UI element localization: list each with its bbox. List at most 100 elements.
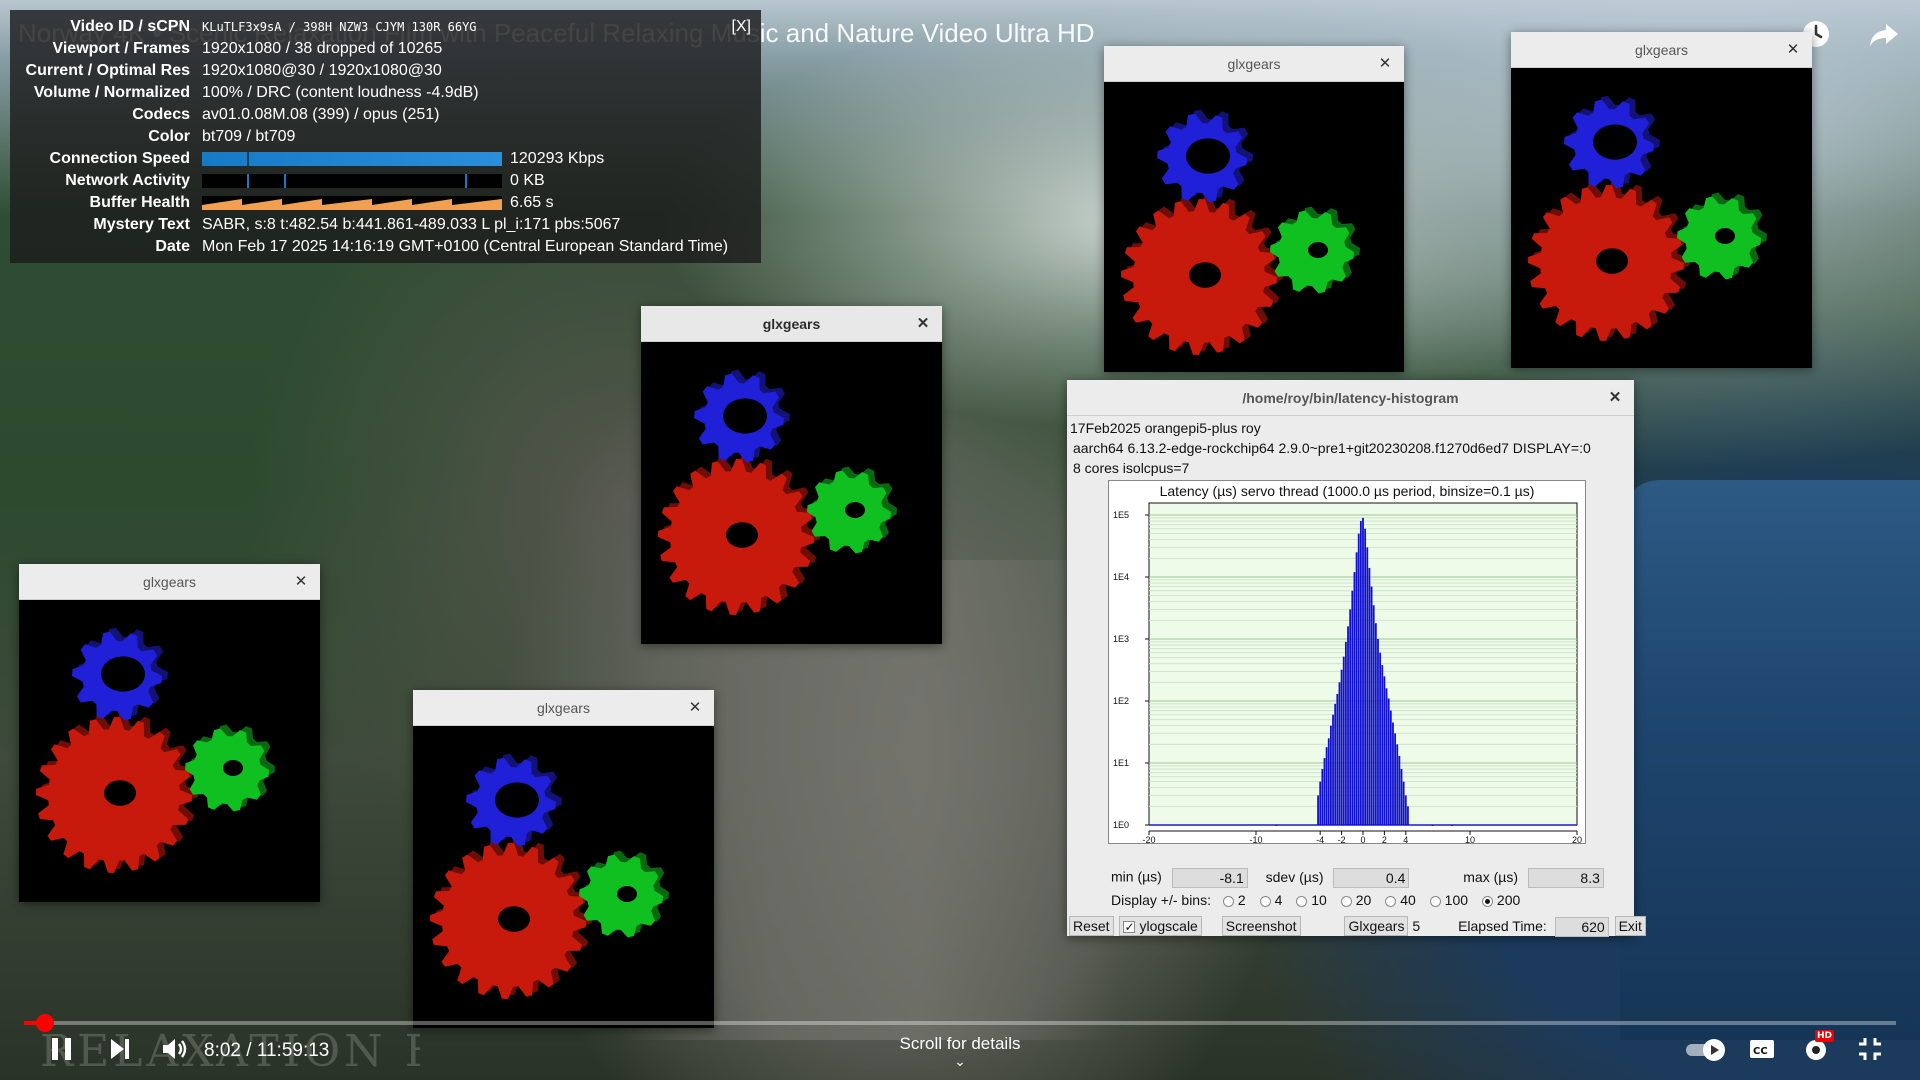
min-label: min (µs): [1111, 868, 1162, 885]
window-titlebar[interactable]: /home/roy/bin/latency-histogram ✕: [1067, 380, 1634, 416]
latency-histogram-window[interactable]: /home/roy/bin/latency-histogram ✕ 17Feb2…: [1067, 380, 1646, 938]
bins-radio-2[interactable]: 2: [1222, 892, 1246, 908]
radio-icon[interactable]: [1259, 895, 1271, 907]
histogram-bar: [1366, 547, 1369, 825]
bins-radio-100[interactable]: 100: [1429, 892, 1468, 908]
pause-icon[interactable]: [44, 1034, 80, 1070]
glxgears-window[interactable]: glxgears ✕: [641, 306, 942, 644]
exit-button[interactable]: Exit: [1614, 916, 1646, 936]
close-icon[interactable]: ✕: [1606, 389, 1624, 407]
window-titlebar[interactable]: glxgears ✕: [413, 690, 714, 726]
close-icon[interactable]: ✕: [292, 573, 310, 591]
histogram-bar: [1407, 806, 1409, 825]
blue-gear-hole: [1186, 138, 1230, 174]
histogram-bar: [1374, 623, 1377, 825]
gears-canvas: [1104, 82, 1404, 372]
screenshot-button[interactable]: Screenshot: [1221, 916, 1301, 936]
histogram-bar: [1385, 688, 1388, 825]
close-icon[interactable]: ✕: [1376, 55, 1394, 73]
histogram-bar: [1334, 703, 1337, 825]
close-icon[interactable]: ✕: [686, 699, 704, 717]
stats-label: Color: [148, 128, 190, 145]
histogram-bar: [1359, 521, 1362, 825]
progress-bar[interactable]: [24, 1014, 1896, 1032]
histogram-bar: [1383, 676, 1386, 825]
bins-radio-10[interactable]: 10: [1296, 892, 1327, 908]
glxgears-window[interactable]: glxgears ✕: [1104, 46, 1404, 372]
bins-radio-4[interactable]: 4: [1259, 892, 1282, 908]
bottom-toolbar: Reset ylogscale Screenshot Glxgears 5 El…: [1069, 916, 1646, 938]
stats-row-date: Date Mon Feb 17 2025 14:16:19 GMT+0100 (…: [18, 236, 753, 258]
y-tick-label: 1E0: [1113, 820, 1129, 830]
radio-icon[interactable]: [1340, 895, 1352, 907]
glxgears-button[interactable]: Glxgears: [1344, 916, 1409, 936]
radio-icon[interactable]: [1222, 895, 1234, 907]
close-icon[interactable]: ✕: [914, 315, 932, 333]
window-titlebar[interactable]: glxgears ✕: [641, 306, 942, 342]
bins-radio-200[interactable]: 200: [1481, 892, 1520, 908]
stats-row-connection-speed: Connection Speed 120293 Kbps: [18, 148, 753, 170]
close-icon[interactable]: ✕: [1784, 41, 1802, 59]
radio-icon[interactable]: [1429, 895, 1441, 907]
bins-option-label: 20: [1355, 892, 1372, 908]
chevron-down-icon[interactable]: ⌄: [950, 1054, 970, 1070]
histogram-bar: [1327, 738, 1330, 825]
stats-row-resolution: Current / Optimal Res 1920x1080@30 / 192…: [18, 60, 753, 82]
histogram-bar: [1372, 605, 1375, 825]
histogram-bar: [1330, 725, 1332, 825]
max-value: 8.3: [1527, 868, 1604, 888]
reset-button[interactable]: Reset: [1069, 916, 1114, 936]
radio-icon[interactable]: [1385, 895, 1397, 907]
hd-badge: HD: [1814, 1030, 1834, 1042]
captions-icon[interactable]: CC: [1744, 1034, 1780, 1070]
share-icon[interactable]: [1866, 18, 1902, 54]
y-tick-label: 1E3: [1113, 634, 1129, 644]
next-icon[interactable]: [102, 1034, 138, 1070]
radio-icon[interactable]: [1296, 895, 1308, 907]
stats-value: 1920x1080@30 / 1920x1080@30: [202, 62, 442, 79]
glxgears-window[interactable]: glxgears ✕: [1511, 32, 1812, 368]
settings-gear-icon[interactable]: HD: [1798, 1030, 1834, 1070]
histogram-bar: [1357, 533, 1360, 825]
x-tick-label: -10: [1249, 835, 1262, 845]
ylogscale-toggle[interactable]: ylogscale: [1119, 916, 1202, 936]
glxgears-window[interactable]: glxgears ✕: [413, 690, 714, 1028]
glxgears-count: 5: [1412, 918, 1421, 934]
info-line: 8 cores isolcpus=7: [1073, 460, 1190, 476]
bins-radio-40[interactable]: 40: [1385, 892, 1416, 908]
bins-radio-20[interactable]: 20: [1340, 892, 1372, 908]
stats-row-mystery-text: Mystery Text SABR, s:8 t:482.54 b:441.86…: [18, 214, 753, 236]
window-titlebar[interactable]: glxgears ✕: [19, 564, 320, 600]
window-title: /home/roy/bin/latency-histogram: [1242, 389, 1459, 406]
histogram-bar: [1340, 669, 1343, 825]
window-titlebar[interactable]: glxgears ✕: [1104, 46, 1404, 82]
volume-icon[interactable]: [156, 1034, 192, 1070]
checkbox-icon[interactable]: [1123, 918, 1136, 936]
histogram-bar: [1377, 639, 1379, 825]
gears-graphic: [36, 627, 275, 873]
bins-option-label: 2: [1237, 892, 1246, 908]
stats-value: KLuTLF3x9sA / 398H NZW3 CJYM 130R 66YG: [202, 20, 477, 34]
network-spike: [465, 174, 467, 188]
stats-value: bt709 / bt709: [202, 128, 296, 145]
scroll-hint[interactable]: Scroll for details: [860, 1034, 1060, 1054]
elapsed-value: 620: [1554, 917, 1609, 938]
gears-canvas: [641, 342, 942, 644]
x-tick-label: -4: [1316, 835, 1324, 845]
stats-label: Current / Optimal Res: [25, 62, 190, 79]
network-activity-bar: [202, 174, 502, 188]
histogram-bar: [1370, 586, 1373, 825]
autoplay-toggle[interactable]: [1684, 1034, 1730, 1070]
progress-scrubber[interactable]: [35, 1014, 54, 1032]
exit-fullscreen-icon[interactable]: [1852, 1034, 1888, 1070]
histogram-bar: [1387, 698, 1390, 825]
radio-icon[interactable]: [1481, 895, 1493, 907]
glxgears-window[interactable]: glxgears ✕: [19, 564, 320, 902]
red-gear-hole: [104, 780, 136, 806]
red-gear-hole: [726, 522, 758, 548]
window-titlebar[interactable]: glxgears ✕: [1511, 32, 1812, 68]
stats-close-button[interactable]: [X]: [731, 18, 751, 36]
histogram-bar: [1379, 652, 1382, 825]
histogram-bar: [1319, 781, 1322, 825]
stats-fields: min (µs) -8.1 sdev (µs) 0.4 max (µs) 8.3: [1111, 868, 1678, 888]
